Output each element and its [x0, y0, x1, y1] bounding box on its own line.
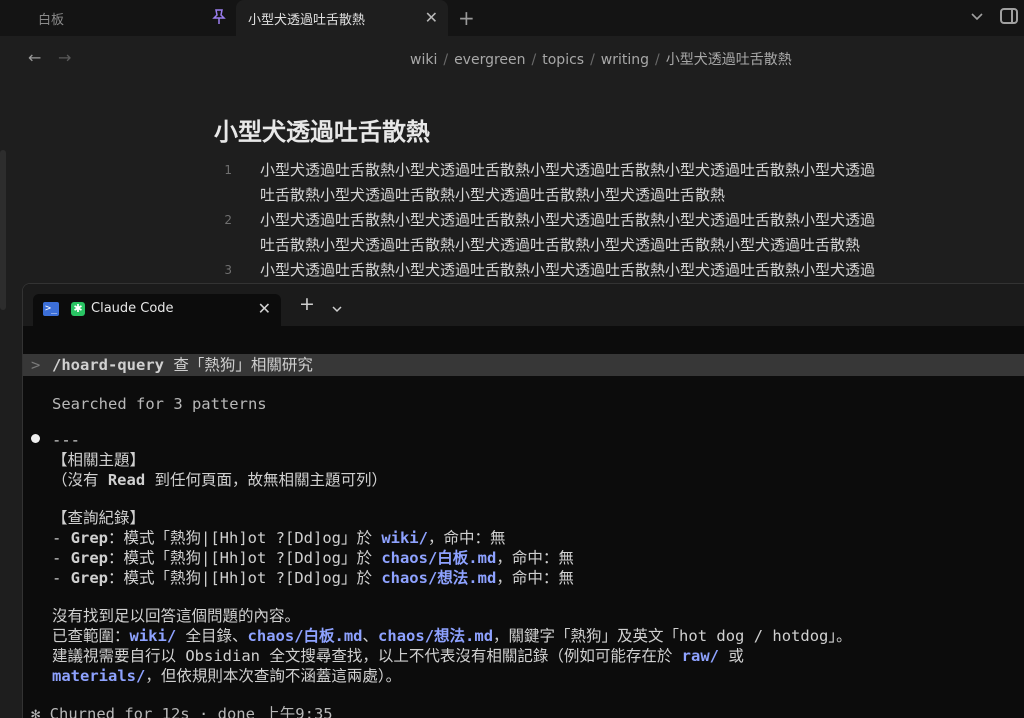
claude-code-icon: ✱ [71, 302, 85, 316]
chevron-down-icon[interactable] [970, 9, 984, 23]
close-icon[interactable]: ✕ [425, 8, 438, 27]
bullet-icon [31, 434, 40, 443]
section-title: 【查詢紀錄】 [52, 509, 146, 527]
terminal-panel[interactable]: >_ ✱ Claude Code ✕ + > /hoard-query 查「熱狗… [22, 283, 1024, 718]
back-arrow-icon[interactable]: ← [28, 48, 41, 67]
note-line: 吐舌散熱小型犬透過吐舌散熱小型犬透過吐舌散熱小型犬透過吐舌散熱小型犬透過吐舌散熱 [214, 233, 974, 258]
grep-line: - Grep：模式「熱狗|[Hh]ot ?[Dd]og」於 wiki/，命中：無 [52, 529, 506, 547]
note-line: 吐舌散熱小型犬透過吐舌散熱小型犬透過吐舌散熱小型犬透過吐舌散熱 [214, 183, 974, 208]
forward-arrow-icon[interactable]: → [58, 48, 71, 67]
line-number: 1 [224, 163, 232, 177]
note-line: 3 小型犬透過吐舌散熱小型犬透過吐舌散熱小型犬透過吐舌散熱小型犬透過吐舌散熱小型犬… [214, 258, 974, 283]
prompt-text: 查「熱狗」相關研究 [163, 356, 313, 374]
summary-line: 已查範圍：wiki/ 全目錄、chaos/白板.md、chaos/想法.md，關… [52, 627, 852, 645]
new-terminal-button[interactable]: + [299, 293, 315, 315]
line-text: 吐舌散熱小型犬透過吐舌散熱小型犬透過吐舌散熱小型犬透過吐舌散熱 [260, 186, 726, 204]
breadcrumb: wiki / evergreen / topics / writing / 小型犬透過吐舌散熱 [410, 52, 792, 68]
note-line: 1 小型犬透過吐舌散熱小型犬透過吐舌散熱小型犬透過吐舌散熱小型犬透過吐舌散熱小型犬… [214, 158, 974, 183]
terminal-tab-bar: >_ ✱ Claude Code ✕ + [23, 284, 1024, 326]
prompt-line: /hoard-query 查「熱狗」相關研究 [52, 355, 313, 375]
scrollbar[interactable] [0, 150, 6, 310]
summary-line: 沒有找到足以回答這個問題的內容。 [52, 607, 301, 625]
pin-icon[interactable] [212, 9, 226, 29]
new-tab-button[interactable]: + [458, 6, 475, 30]
powershell-icon: >_ [43, 302, 59, 316]
grep-line: - Grep：模式「熱狗|[Hh]ot ?[Dd]og」於 chaos/白板.m… [52, 549, 574, 567]
breadcrumb-item[interactable]: evergreen [454, 52, 525, 68]
breadcrumb-item[interactable]: writing [601, 52, 649, 68]
note-title[interactable]: 小型犬透過吐舌散熱 [214, 112, 430, 147]
line-number: 2 [224, 213, 232, 227]
status-footer: ✻ Churned for 12s · done 上午9:35 [31, 705, 333, 718]
summary-line: 建議視需要自行以 Obsidian 全文搜尋查找，以上不代表沒有相關記錄（例如可… [52, 647, 744, 665]
terminal-tab-label: Claude Code [91, 301, 174, 316]
line-text: 小型犬透過吐舌散熱小型犬透過吐舌散熱小型犬透過吐舌散熱小型犬透過吐舌散熱小型犬透… [260, 211, 876, 229]
chevron-down-icon[interactable] [331, 300, 343, 313]
tab-whiteboard[interactable]: 白板 [0, 0, 236, 36]
breadcrumb-item[interactable]: wiki [410, 52, 437, 68]
section-title: 【相關主題】 [52, 451, 146, 469]
section-body: （沒有 Read 到任何頁面，故無相關主題可列） [52, 471, 388, 489]
line-text: 小型犬透過吐舌散熱小型犬透過吐舌散熱小型犬透過吐舌散熱小型犬透過吐舌散熱小型犬透… [260, 261, 876, 279]
line-text: 吐舌散熱小型犬透過吐舌散熱小型犬透過吐舌散熱小型犬透過吐舌散熱小型犬透過吐舌散熱 [260, 236, 861, 254]
breadcrumb-item[interactable]: 小型犬透過吐舌散熱 [666, 52, 792, 68]
note-line: 2 小型犬透過吐舌散熱小型犬透過吐舌散熱小型犬透過吐舌散熱小型犬透過吐舌散熱小型犬… [214, 208, 974, 233]
sidebar-toggle-icon[interactable] [1000, 8, 1018, 24]
tab-label: 白板 [38, 12, 65, 28]
slash-command: /hoard-query [52, 356, 164, 374]
breadcrumb-item[interactable]: topics [542, 52, 584, 68]
tab-label: 小型犬透過吐舌散熱 [248, 12, 366, 28]
grep-line: - Grep：模式「熱狗|[Hh]ot ?[Dd]og」於 chaos/想法.m… [52, 569, 574, 587]
divider-text: --- [52, 431, 80, 449]
searched-status: Searched for 3 patterns [52, 395, 267, 413]
tab-current-note[interactable]: 小型犬透過吐舌散熱 ✕ [236, 0, 448, 36]
terminal-tab-claude-code[interactable]: >_ ✱ Claude Code ✕ [33, 294, 281, 326]
prompt-caret: > [31, 356, 41, 374]
note-body[interactable]: 1 小型犬透過吐舌散熱小型犬透過吐舌散熱小型犬透過吐舌散熱小型犬透過吐舌散熱小型犬… [214, 158, 974, 283]
tab-strip: 白板 小型犬透過吐舌散熱 ✕ + [0, 0, 1024, 36]
line-number: 3 [224, 263, 232, 277]
close-icon[interactable]: ✕ [258, 299, 271, 318]
summary-line: materials/，但依規則本次查詢不涵蓋這兩處）。 [52, 667, 402, 685]
line-text: 小型犬透過吐舌散熱小型犬透過吐舌散熱小型犬透過吐舌散熱小型犬透過吐舌散熱小型犬透… [260, 161, 876, 179]
